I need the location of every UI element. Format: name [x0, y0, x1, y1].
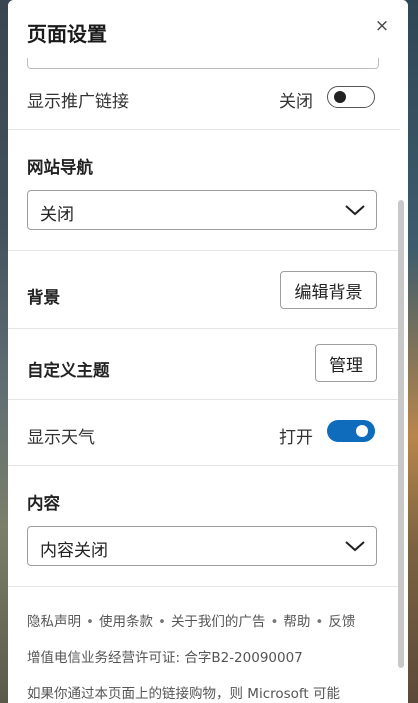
footer-links: 隐私声明 • 使用条款 • 关于我们的广告 • 帮助 • 反馈 [27, 610, 355, 630]
panel-header: 页面设置 × [8, 0, 408, 58]
privacy-link[interactable]: 隐私声明 [27, 614, 81, 630]
weather-toggle[interactable] [327, 420, 375, 442]
about-ads-link[interactable]: 关于我们的广告 [171, 614, 266, 630]
divider [8, 328, 400, 329]
site-navigation-select[interactable]: 关闭 [27, 190, 377, 230]
chevron-down-icon [345, 205, 365, 216]
divider [8, 250, 400, 251]
license-text: 增值电信业务经营许可证: 合字B2-20090007 [27, 650, 303, 666]
content-select[interactable]: 内容关闭 [27, 526, 377, 566]
help-link[interactable]: 帮助 [283, 614, 310, 630]
close-icon[interactable]: × [374, 16, 390, 36]
separator: • [270, 614, 279, 630]
background-title: 背景 [27, 288, 60, 307]
scrollbar[interactable] [398, 200, 404, 668]
divider [8, 465, 400, 466]
page-settings-panel: 页面设置 × 显示推广链接 关闭 网站导航 关闭 背景 编辑背景 自定义主题 管… [8, 0, 408, 703]
panel-title: 页面设置 [27, 22, 107, 46]
toggle-knob [334, 90, 346, 103]
content-value: 内容关闭 [40, 541, 108, 561]
feedback-link[interactable]: 反馈 [328, 614, 355, 630]
weather-state-text: 打开 [279, 428, 313, 448]
manage-theme-button[interactable]: 管理 [315, 344, 377, 382]
chevron-down-icon [345, 541, 365, 552]
promo-links-state-text: 关闭 [279, 92, 313, 112]
separator: • [157, 614, 166, 630]
site-navigation-value: 关闭 [40, 205, 74, 225]
edit-background-button[interactable]: 编辑背景 [280, 271, 377, 309]
promo-links-label: 显示推广链接 [27, 92, 129, 112]
separator: • [315, 614, 324, 630]
toggle-knob [356, 425, 368, 437]
content-title: 内容 [27, 494, 60, 513]
weather-label: 显示天气 [27, 428, 95, 448]
custom-theme-title: 自定义主题 [27, 361, 110, 380]
divider [8, 586, 400, 587]
disclaimer-text: 如果你通过本页面上的链接购物，则 Microsoft 可能 [27, 686, 341, 702]
promo-links-toggle[interactable] [327, 86, 375, 108]
divider [8, 399, 400, 400]
divider [8, 129, 400, 130]
site-navigation-title: 网站导航 [27, 158, 93, 177]
terms-link[interactable]: 使用条款 [99, 614, 153, 630]
separator: • [86, 614, 94, 630]
